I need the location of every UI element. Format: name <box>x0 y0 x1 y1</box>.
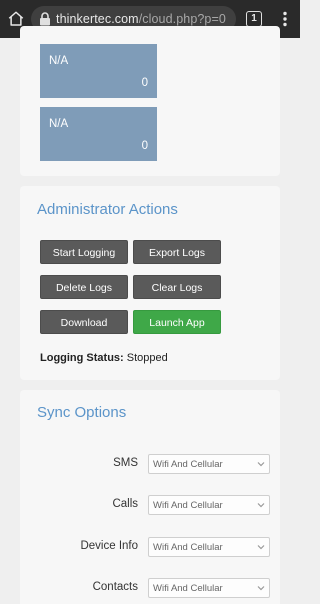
select-value: Wifi And Cellular <box>153 459 223 470</box>
sync-row-sms: SMS Wifi And Cellular <box>20 454 280 476</box>
tab-switcher-button[interactable]: 1 <box>246 11 262 27</box>
calls-sync-select[interactable]: Wifi And Cellular <box>148 495 270 515</box>
admin-actions-title: Administrator Actions <box>37 201 178 218</box>
stat-tile-value: 0 <box>141 77 148 89</box>
start-logging-button[interactable]: Start Logging <box>40 240 128 264</box>
sync-row-label: Device Info <box>80 540 138 552</box>
logging-status-value: Stopped <box>126 352 168 364</box>
logging-status-label: Logging Status: <box>40 352 124 364</box>
select-value: Wifi And Cellular <box>153 542 223 553</box>
export-logs-button[interactable]: Export Logs <box>133 240 221 264</box>
device-info-sync-select[interactable]: Wifi And Cellular <box>148 537 270 557</box>
stat-tile: N/A 0 <box>40 107 157 161</box>
select-value: Wifi And Cellular <box>153 583 223 594</box>
stat-tile: N/A 0 <box>40 44 157 98</box>
stat-tile-label: N/A <box>49 55 69 67</box>
chevron-down-icon <box>257 545 265 550</box>
contacts-sync-select[interactable]: Wifi And Cellular <box>148 578 270 598</box>
tab-count: 1 <box>251 13 257 24</box>
url-text: thinkertec.com/cloud.php?p=0 <box>56 12 226 26</box>
logging-status: Logging Status: Stopped <box>40 352 168 364</box>
sync-row-calls: Calls Wifi And Cellular <box>20 495 280 517</box>
launch-app-button[interactable]: Launch App <box>133 310 221 334</box>
chevron-down-icon <box>257 503 265 508</box>
sync-row-label: Calls <box>112 498 138 510</box>
url-host: thinkertec.com <box>56 12 139 26</box>
sync-row-contacts: Contacts Wifi And Cellular <box>20 578 280 600</box>
admin-actions-card: Administrator Actions Start Logging Expo… <box>20 186 280 380</box>
select-value: Wifi And Cellular <box>153 500 223 511</box>
sync-row-device-info: Device Info Wifi And Cellular <box>20 537 280 559</box>
clear-logs-button[interactable]: Clear Logs <box>133 275 221 299</box>
more-menu-icon[interactable] <box>276 10 294 28</box>
sync-row-label: SMS <box>113 457 138 469</box>
stat-tile-label: N/A <box>49 118 69 130</box>
chevron-down-icon <box>257 586 265 591</box>
url-path: /cloud.php?p=0 <box>138 12 226 26</box>
sms-sync-select[interactable]: Wifi And Cellular <box>148 454 270 474</box>
lock-icon <box>40 12 50 26</box>
download-button[interactable]: Download <box>40 310 128 334</box>
sync-options-title: Sync Options <box>37 404 127 421</box>
chevron-down-icon <box>257 462 265 467</box>
delete-logs-button[interactable]: Delete Logs <box>40 275 128 299</box>
sync-row-label: Contacts <box>92 581 138 593</box>
sync-options-card: Sync Options SMS Wifi And Cellular Calls… <box>20 390 280 604</box>
stat-tile-value: 0 <box>141 140 148 152</box>
